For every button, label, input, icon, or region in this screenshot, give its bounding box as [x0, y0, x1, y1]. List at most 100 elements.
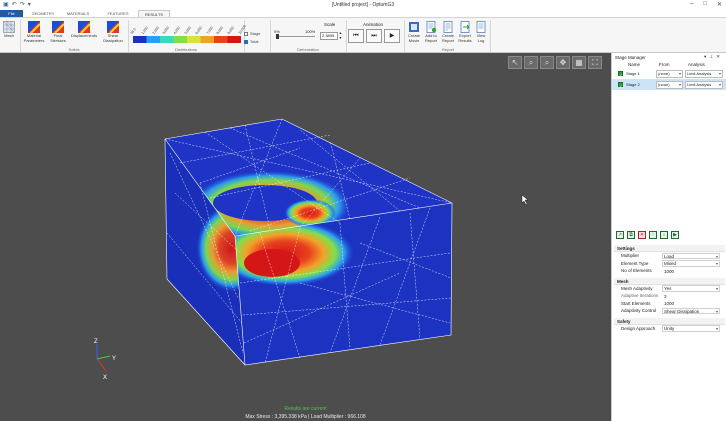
adaptive-iterations-input[interactable]: 3	[662, 293, 720, 300]
material-parameters-label: Material Parameters	[23, 33, 45, 43]
colorbar-segment	[214, 36, 228, 43]
colorbar-tick-label: 5,000	[183, 25, 192, 35]
tab-results[interactable]: RESULTS	[138, 10, 170, 17]
stage-1-from-select[interactable]: (none)	[656, 69, 683, 78]
panel-close-icon[interactable]: ✕	[716, 54, 723, 59]
element-type-select[interactable]: Mixed	[662, 260, 720, 267]
multiplier-label: Multiplier	[621, 253, 640, 258]
stage-1-name: Stage 1	[626, 71, 640, 76]
stage-row[interactable]: Stage 1 (none) Limit Analysis	[612, 68, 726, 81]
mesh-button[interactable]: Mesh	[2, 21, 16, 39]
create-movie-label: Create Movie	[407, 33, 420, 43]
colorbar-tick-label: 6,000	[194, 25, 203, 35]
deformation-group-label: Deformation	[297, 47, 319, 52]
move-down-icon[interactable]: ↓	[660, 231, 668, 239]
color-scale-bar[interactable]	[133, 36, 241, 43]
deformation-slider[interactable]	[276, 34, 315, 39]
copy-stage-icon[interactable]: ⧉	[627, 231, 635, 239]
no-of-elements-input[interactable]: 1000	[662, 268, 720, 275]
displacements-button[interactable]: Displacements	[70, 21, 98, 39]
stage-2-analysis-select[interactable]: Limit Analysis	[685, 80, 723, 89]
report-icon	[443, 21, 453, 33]
shear-dissipation-label: Shear Dissipation	[103, 33, 123, 43]
adaptivity-control-select[interactable]: Shear Dissipation	[662, 307, 720, 314]
tab-materials[interactable]: MATERIALS	[62, 10, 94, 17]
create-report-button[interactable]: Create Report	[440, 21, 456, 43]
material-parameters-button[interactable]: Material Parameters	[22, 21, 46, 43]
window-title: [Untitled project] - OptumG3	[331, 2, 395, 8]
multiplier-select[interactable]: Load	[662, 252, 720, 259]
scale-label: Scale	[324, 22, 336, 27]
property-row: Adaptive Iterations 3	[614, 292, 725, 300]
colorbar-tick-label: 7,000	[205, 25, 214, 35]
adaptivity-control-label: Adaptivity Control	[621, 308, 657, 313]
new-stage-icon[interactable]: ↗	[616, 231, 624, 239]
stage-table-header: Name From Analysis	[612, 61, 726, 68]
design-approach-label: Design Approach	[621, 325, 656, 331]
stage-2-from-select[interactable]: (none)	[656, 80, 683, 89]
add-to-report-label: Add to Report	[424, 33, 437, 43]
material-parameters-icon	[28, 21, 40, 33]
design-approach-select[interactable]: Unity	[662, 325, 720, 332]
property-row: Adaptivity Control Shear Dissipation	[614, 307, 725, 315]
stage-checkbox[interactable]: Stage	[244, 31, 260, 36]
export-results-button[interactable]: Export Results	[457, 21, 473, 43]
mesh-label: Mesh	[4, 33, 14, 38]
delete-stage-icon[interactable]: ✕	[638, 231, 646, 239]
colorbar-segment	[133, 36, 147, 43]
animation-next-button[interactable]: ⏭	[366, 29, 382, 43]
mouse-cursor-icon	[521, 194, 529, 206]
mesh-icon	[3, 21, 15, 33]
start-elements-input[interactable]: 1000	[662, 300, 720, 307]
start-elements-label: Start Elements	[621, 300, 651, 306]
property-row: Mesh Adaptivity Yes	[614, 285, 725, 293]
total-checkbox[interactable]: Total	[244, 39, 258, 44]
element-type-label: Element Type	[621, 260, 649, 266]
property-row: No of Elements 1000	[614, 267, 725, 275]
settings-section-title: Settings	[614, 245, 725, 252]
stage-1-checkbox[interactable]	[618, 70, 623, 81]
no-of-elements-label: No of Elements	[621, 268, 652, 273]
report-group-label: Report	[441, 47, 454, 52]
view-log-label: View Log	[476, 33, 486, 43]
colorbar-tick-label: 1,000	[140, 25, 149, 35]
export-icon	[460, 21, 470, 33]
stage-manager-title: Stage Manager	[615, 54, 646, 60]
model-viewport[interactable]: ↖ ⌕ ⌕ ✥ ▦ ⛶ Z Y X Results are current Ma…	[0, 53, 611, 421]
tab-features[interactable]: FEATURES	[102, 10, 134, 17]
scale-input[interactable]: 2.3895	[320, 32, 338, 40]
play-icon: ▶	[389, 33, 395, 39]
deformation-slider-knob[interactable]	[276, 34, 279, 39]
stage-1-analysis-select[interactable]: Limit Analysis	[685, 69, 723, 78]
minimize-icon[interactable]: –	[690, 1, 693, 8]
view-log-button[interactable]: View Log	[474, 21, 488, 43]
animation-previous-button[interactable]: ⏮	[348, 29, 364, 43]
create-movie-button[interactable]: Create Movie	[406, 21, 422, 43]
stage-2-checkbox[interactable]	[618, 81, 623, 92]
tab-file[interactable]: File	[0, 10, 23, 17]
colorbar-tick-label: 2,000	[151, 25, 160, 35]
final-stresses-button[interactable]: Final Stresses	[48, 21, 68, 43]
final-stresses-label: Final Stresses	[50, 33, 66, 43]
spin-down-icon[interactable]: ▼	[338, 36, 343, 41]
colorbar-tick-label: 3,000	[162, 25, 171, 35]
mesh-adaptivity-select[interactable]: Yes	[662, 285, 720, 292]
displacements-label: Displacements	[70, 33, 98, 38]
shear-dissipation-button[interactable]: Shear Dissipation	[100, 21, 126, 43]
solids-group-label: Solids	[68, 47, 80, 52]
move-up-icon[interactable]: ↑	[649, 231, 657, 239]
animation-play-button[interactable]: ▶	[384, 29, 400, 43]
run-stage-icon[interactable]: ▶	[671, 231, 679, 239]
stage-toolbar: ↗ ⧉ ✕ ↑ ↓ ▶	[616, 231, 679, 239]
scale-spinner[interactable]: ▲ ▼	[338, 31, 343, 41]
add-to-report-button[interactable]: Add to Report	[423, 21, 439, 43]
close-icon[interactable]: ✕	[717, 1, 722, 8]
stage-row[interactable]: Stage 2 (none) Limit Analysis	[612, 79, 726, 92]
model-canvas[interactable]: Z Y X	[0, 53, 611, 421]
tab-geometry[interactable]: GEOMETRY	[28, 10, 58, 17]
maximize-icon[interactable]: □	[703, 1, 707, 8]
total-checkbox-box[interactable]	[244, 39, 248, 44]
colorbar-segment	[227, 36, 241, 43]
adaptive-iterations-label: Adaptive Iterations	[621, 293, 659, 298]
stage-properties: Settings Multiplier Load Element Type Mixe…	[614, 245, 725, 332]
